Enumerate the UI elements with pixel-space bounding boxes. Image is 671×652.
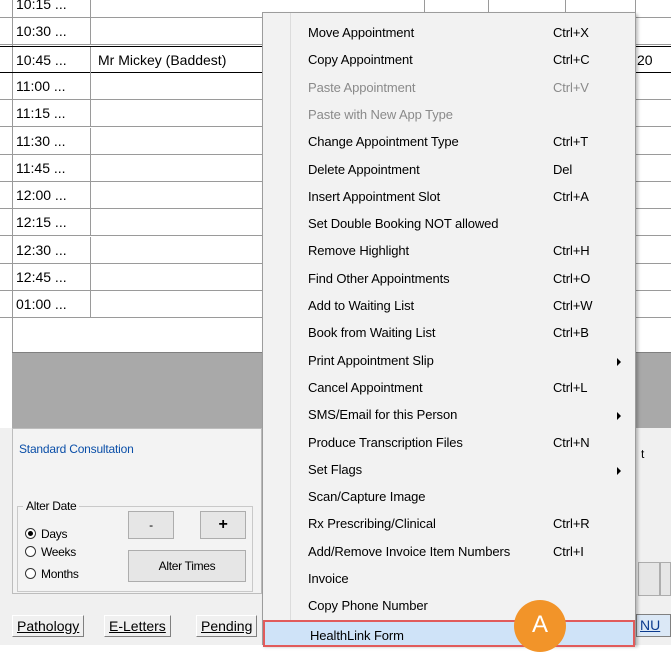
panel-button[interactable] <box>638 562 660 596</box>
alter-date-legend: Alter Date <box>23 499 80 513</box>
radio-unselected-icon <box>25 546 36 557</box>
menu-item-paste-appointment[interactable]: Paste Appointment Ctrl+V <box>263 74 635 101</box>
weeks-radio-label: Weeks <box>41 545 76 559</box>
months-radio[interactable]: Months <box>25 567 145 583</box>
menu-item-insert-appointment-slot[interactable]: Insert Appointment Slot Ctrl+A <box>263 183 635 210</box>
menu-item-copy-phone-number[interactable]: Copy Phone Number <box>263 592 635 619</box>
menu-item-label: Print Appointment Slip <box>308 352 434 368</box>
time-cell: 12:00 ... <box>12 182 91 210</box>
menu-item-set-double-booking-not-allowed[interactable]: Set Double Booking NOT allowed <box>263 210 635 237</box>
menu-item-label: Add to Waiting List <box>308 298 415 313</box>
menu-item-label: Scan/Capture Image <box>308 489 426 505</box>
menu-item-label: SMS/Email for this Person <box>308 407 458 423</box>
menu-item-shortcut: Del <box>553 161 573 177</box>
menu-item-shortcut: Ctrl+A <box>553 188 589 204</box>
menu-item-label: Paste with New App Type <box>308 106 453 122</box>
menu-item-shortcut: Ctrl+T <box>553 134 589 150</box>
menu-item-book-from-waiting-list[interactable]: Book from Waiting List Ctrl+B <box>263 319 635 346</box>
menu-item-shortcut: Ctrl+V <box>553 79 589 95</box>
menu-item-healthlink-form[interactable]: HealthLink Form <box>263 619 635 647</box>
tab-pathology[interactable]: Pathology <box>12 615 85 637</box>
menu-item-label: Set Double Booking NOT allowed <box>308 216 499 232</box>
time-cell: 12:15 ... <box>12 209 91 237</box>
menu-item-add-remove-invoice-item-numbers[interactable]: Add/Remove Invoice Item Numbers Ctrl+I <box>263 538 635 565</box>
days-radio-label: Days <box>41 527 68 541</box>
time-cell: 11:15 ... <box>12 100 91 128</box>
menu-item-copy-appointment[interactable]: Copy Appointment Ctrl+C <box>263 46 635 73</box>
menu-item-scan-capture-image[interactable]: Scan/Capture Image <box>263 483 635 510</box>
menu-item-delete-appointment[interactable]: Delete Appointment Del <box>263 156 635 183</box>
appointment-type-label: Standard Consultation <box>19 442 134 456</box>
menu-item-add-to-waiting-list[interactable]: Add to Waiting List Ctrl+W <box>263 292 635 319</box>
alter-times-button[interactable]: Alter Times <box>128 550 246 582</box>
annotation-badge: A <box>514 600 566 652</box>
menu-item-set-flags[interactable]: Set Flags <box>263 456 635 483</box>
menu-item-label: Produce Transcription Files <box>308 434 463 450</box>
menu-item-label: Insert Appointment Slot <box>308 188 441 204</box>
time-cell: 11:45 ... <box>12 154 91 182</box>
time-cell: 10:30 ... <box>12 18 91 46</box>
menu-item-label: Find Other Appointments <box>308 270 450 286</box>
menu-item-label: Cancel Appointment <box>308 379 423 395</box>
time-cell: 11:30 ... <box>12 127 91 155</box>
submenu-arrow-icon <box>617 466 621 475</box>
menu-item-label: Paste Appointment <box>308 79 416 95</box>
menu-item-label: Delete Appointment <box>308 161 420 177</box>
menu-item-rx-prescribing-clinical[interactable]: Rx Prescribing/Clinical Ctrl+R <box>263 510 635 537</box>
patient-name-cell: Mr Mickey (Baddest) <box>98 51 227 68</box>
time-cell: 10:45 ... <box>12 46 91 74</box>
radio-unselected-icon <box>25 568 36 579</box>
menu-item-invoice[interactable]: Invoice <box>263 565 635 592</box>
menu-item-label: Rx Prescribing/Clinical <box>308 516 436 532</box>
time-cell: 11:00 ... <box>12 72 91 100</box>
radio-selected-icon <box>25 528 36 539</box>
submenu-arrow-icon <box>617 357 621 366</box>
tab-pending[interactable]: Pending <box>196 615 258 637</box>
menu-item-shortcut: Ctrl+X <box>553 25 589 40</box>
menu-item-shortcut: Ctrl+O <box>553 270 591 286</box>
panel-button[interactable] <box>660 562 671 596</box>
submenu-arrow-icon <box>617 412 621 421</box>
menu-item-shortcut: Ctrl+N <box>553 434 590 450</box>
panel-text-fragment: t <box>641 447 645 461</box>
menu-item-shortcut: Ctrl+R <box>553 516 590 532</box>
weeks-radio[interactable]: Weeks <box>25 545 145 561</box>
menu-item-shortcut: Ctrl+B <box>553 325 589 341</box>
cell-text-fragment: 20 <box>637 51 653 68</box>
increment-date-button[interactable]: + <box>200 511 246 539</box>
menu-item-label: Copy Phone Number <box>308 598 428 614</box>
menu-item-remove-highlight[interactable]: Remove Highlight Ctrl+H <box>263 237 635 264</box>
menu-item-label: Move Appointment <box>308 25 415 40</box>
menu-item-shortcut: Ctrl+L <box>553 379 588 395</box>
menu-item-label: Change Appointment Type <box>308 134 459 150</box>
menu-item-shortcut: Ctrl+I <box>553 543 584 559</box>
menu-item-shortcut: Ctrl+W <box>553 298 593 313</box>
menu-item-produce-transcription-files[interactable]: Produce Transcription Files Ctrl+N <box>263 429 635 456</box>
context-menu: Move Appointment Ctrl+X Copy Appointment Ct… <box>262 12 636 647</box>
menu-item-label: Add/Remove Invoice Item Numbers <box>308 543 511 559</box>
menu-item-print-appointment-slip[interactable]: Print Appointment Slip <box>263 347 635 374</box>
menu-item-label: Copy Appointment <box>308 52 413 68</box>
menu-item-paste-with-new-app-type[interactable]: Paste with New App Type <box>263 101 635 128</box>
menu-item-label: Invoice <box>308 571 349 586</box>
menu-item-find-other-appointments[interactable]: Find Other Appointments Ctrl+O <box>263 265 635 292</box>
days-radio[interactable]: Days <box>25 527 145 543</box>
months-radio-label: Months <box>41 567 79 581</box>
menu-item-label: Remove Highlight <box>308 243 410 259</box>
time-cell: 12:45 ... <box>12 264 91 291</box>
time-cell: 10:15 ... <box>12 0 91 18</box>
menu-item-cancel-appointment[interactable]: Cancel Appointment Ctrl+L <box>263 374 635 401</box>
menu-item-shortcut: Ctrl+C <box>553 52 590 68</box>
tab-partial[interactable]: NU <box>636 614 671 637</box>
time-cell: 12:30 ... <box>12 236 91 264</box>
decrement-date-button[interactable]: - <box>128 511 174 539</box>
menu-item-sms-email-for-this-person[interactable]: SMS/Email for this Person <box>263 401 635 428</box>
time-cell: 01:00 ... <box>12 291 91 319</box>
tab-e-letters[interactable]: E-Letters <box>104 615 171 637</box>
menu-item-label: Book from Waiting List <box>308 325 436 341</box>
menu-item-shortcut: Ctrl+H <box>553 243 590 259</box>
menu-item-label: Set Flags <box>308 461 363 477</box>
menu-item-change-appointment-type[interactable]: Change Appointment Type Ctrl+T <box>263 128 635 155</box>
menu-item-move-appointment[interactable]: Move Appointment Ctrl+X <box>263 19 635 46</box>
